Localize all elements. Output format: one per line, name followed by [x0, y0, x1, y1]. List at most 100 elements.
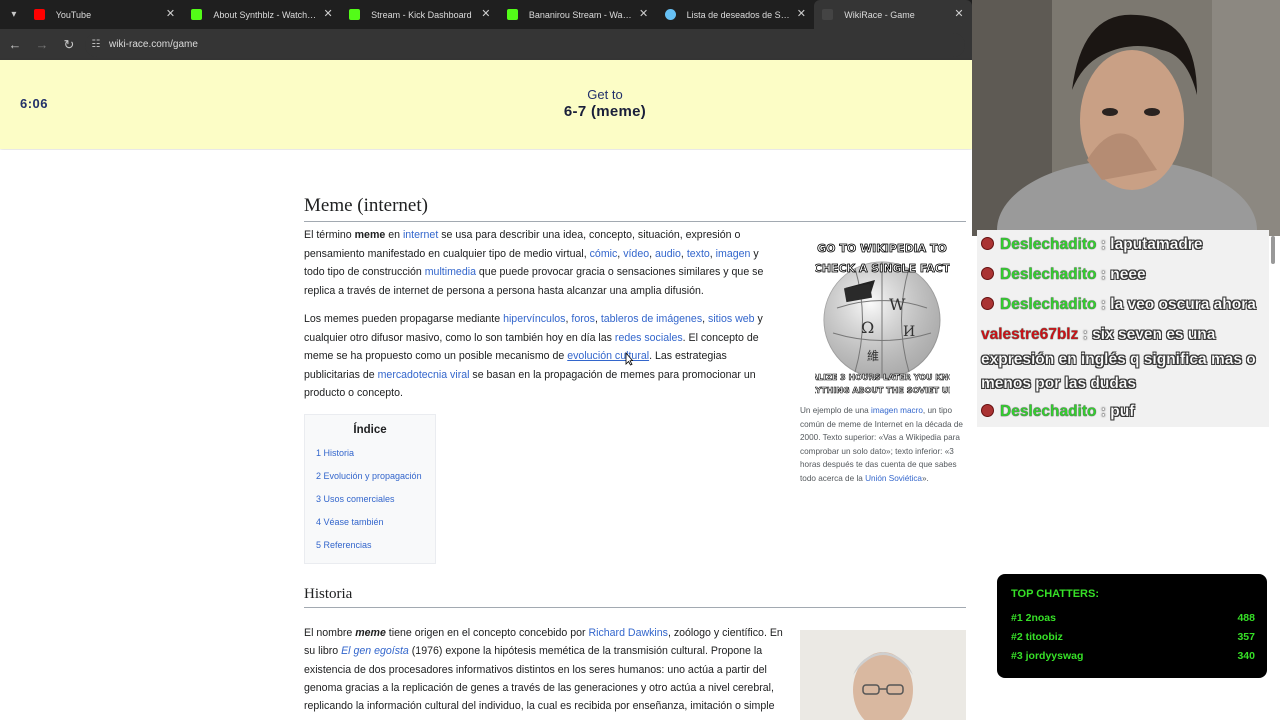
tab-kick-dashboard[interactable]: Stream - Kick Dashboard ✕	[341, 0, 499, 29]
address-bar[interactable]: ☷ wiki-race.com/game	[85, 32, 965, 57]
chat-text: neee	[1110, 266, 1146, 283]
link-richard-dawkins[interactable]: Richard Dawkins	[588, 627, 667, 639]
intro-paragraph-2: Los memes pueden propagarse mediante hip…	[304, 313, 763, 400]
chat-username: Deslechadito	[1000, 296, 1097, 313]
link-evolucion-cultural[interactable]: evolución cultural	[567, 350, 649, 362]
kick-icon	[349, 9, 361, 20]
link-comic[interactable]: cómic	[590, 248, 618, 260]
svg-text:CHECK A SINGLE FACT: CHECK A SINGLE FACT	[815, 262, 950, 275]
richard-dawkins-photo[interactable]	[800, 630, 966, 720]
svg-text:EVERYTHING ABOUT THE SOVIET UN: EVERYTHING ABOUT THE SOVIET UNION	[815, 386, 950, 395]
toc-item-referencias[interactable]: 5 Referencias	[316, 540, 372, 550]
chat-message: Deslechadito : laputamadre	[977, 230, 1269, 260]
link-mercadotecnia-viral[interactable]: mercadotecnia viral	[378, 369, 470, 381]
close-icon[interactable]: ✕	[637, 7, 651, 21]
historia-paragraph: El nombre meme tiene origen en el concep…	[304, 627, 783, 713]
close-icon[interactable]: ✕	[163, 7, 177, 21]
target-label: Get to	[587, 87, 623, 102]
tab-youtube[interactable]: YouTube ✕	[26, 0, 184, 29]
tab-title: Lista de deseados de Synth	[686, 9, 791, 20]
screen: ▾ YouTube ✕ About Synthblz - Watch Live …	[0, 0, 1280, 720]
title-divider	[304, 221, 966, 222]
link-sitios-web[interactable]: sitios web	[708, 313, 755, 325]
close-icon[interactable]: ✕	[321, 7, 335, 21]
wikipedia-globe-meme-image[interactable]: Ω W И 維 GO TO WIKIPEDIA TO CHECK A SINGL…	[792, 238, 972, 398]
tab-search-icon[interactable]: ▾	[2, 5, 26, 25]
link-video[interactable]: vídeo	[623, 248, 649, 260]
meme-image-graphic: Ω W И 維 GO TO WIKIPEDIA TO CHECK A SINGL…	[792, 242, 972, 396]
reload-icon[interactable]: ↻	[57, 33, 81, 57]
intro-paragraph-1: El término meme en internet se usa para …	[304, 229, 764, 297]
tab-wikirace[interactable]: WikiRace - Game ✕	[814, 0, 973, 29]
close-icon[interactable]: ✕	[952, 7, 966, 21]
close-icon[interactable]: ✕	[479, 7, 493, 21]
toc-item-historia[interactable]: 1 Historia	[316, 448, 354, 458]
infobox-caption: Un ejemplo de una imagen macro, un tipo …	[800, 406, 963, 483]
tab-title: YouTube	[55, 9, 92, 20]
svg-text:Ω: Ω	[861, 318, 874, 337]
toc-item-usos[interactable]: 3 Usos comerciales	[316, 494, 395, 504]
tab-title: Stream - Kick Dashboard	[371, 9, 472, 20]
toc-item-vease[interactable]: 4 Véase también	[316, 517, 384, 527]
top-chatters-panel: TOP CHATTERS: #1 2noas 488 #2 titoobiz 357…	[997, 574, 1267, 678]
page-title: Meme (internet)	[304, 195, 428, 216]
link-imagen[interactable]: imagen	[716, 248, 751, 260]
link-imagen-macro[interactable]: imagen macro	[871, 406, 923, 415]
site-info-icon[interactable]: ☷	[89, 38, 103, 52]
link-multimedia[interactable]: multimedia	[425, 266, 476, 278]
link-audio[interactable]: audio	[655, 248, 681, 260]
close-icon[interactable]: ✕	[794, 7, 808, 21]
link-el-gen-egoista[interactable]: El gen egoísta	[341, 645, 409, 657]
svg-text:W: W	[889, 295, 906, 314]
svg-text:REALIZE 3 HOURS LATER YOU KNOW: REALIZE 3 HOURS LATER YOU KNOW	[815, 373, 950, 382]
browser-toolbar: ← → ↻ ☷ wiki-race.com/game	[0, 29, 972, 60]
link-redes-sociales[interactable]: redes sociales	[615, 332, 683, 344]
subscriber-badge-icon	[981, 404, 994, 417]
tab-steam-wishlist[interactable]: Lista de deseados de Synth ✕	[657, 0, 815, 29]
back-arrow-icon[interactable]: ←	[3, 33, 27, 57]
webcam-feed	[972, 0, 1280, 236]
portrait-graphic	[800, 630, 966, 720]
tab-bar: ▾ YouTube ✕ About Synthblz - Watch Live …	[0, 0, 973, 29]
target-article: 6-7 (meme)	[563, 103, 647, 120]
kick-icon	[191, 9, 203, 20]
game-timer: 6:06	[20, 96, 49, 111]
chat-scrollbar[interactable]	[1271, 236, 1275, 264]
tab-synthblz[interactable]: About Synthblz - Watch Live on ✕	[183, 0, 341, 29]
chat-message: Deslechadito : puf	[977, 397, 1269, 427]
tab-title: Bananirou Stream - Watch Live	[528, 9, 633, 20]
toc-item-evolucion[interactable]: 2 Evolución y propagación	[316, 471, 422, 481]
svg-text:維: 維	[867, 349, 879, 363]
chat-username: Deslechadito	[1000, 403, 1097, 420]
toc-title: Índice	[353, 424, 387, 436]
target-box: Get to 6-7 (meme)	[500, 87, 710, 120]
link-internet[interactable]: internet	[403, 229, 438, 241]
subscriber-badge-icon	[981, 237, 994, 250]
link-union-sovietica[interactable]: Unión Soviética	[865, 474, 922, 483]
link-tableros[interactable]: tableros de imágenes	[601, 313, 702, 325]
chat-username: Deslechadito	[1000, 266, 1097, 283]
chat-username: valestre67blz	[981, 326, 1079, 343]
top-chatter-row: #2 titoobiz 357	[1011, 631, 1255, 643]
chat-message: valestre67blz : six seven es una expresi…	[977, 320, 1269, 400]
tab-title: WikiRace - Game	[844, 9, 915, 20]
link-texto[interactable]: texto	[687, 248, 710, 260]
chat-text: puf	[1110, 403, 1135, 420]
chat-text: la veo oscura ahora	[1110, 296, 1256, 313]
chat-text: laputamadre	[1110, 236, 1203, 253]
tab-bananirou[interactable]: Bananirou Stream - Watch Live ✕	[499, 0, 657, 29]
svg-text:GO TO WIKIPEDIA TO: GO TO WIKIPEDIA TO	[817, 242, 947, 255]
chat-message: Deslechadito : neee	[977, 260, 1269, 290]
youtube-icon	[33, 9, 45, 20]
steam-icon	[664, 9, 676, 20]
link-foros[interactable]: foros	[571, 313, 595, 325]
table-of-contents: Índice 1 Historia 2 Evolución y propagac…	[304, 414, 436, 564]
section-divider	[304, 607, 966, 608]
tab-title: About Synthblz - Watch Live on	[213, 9, 317, 20]
forward-arrow-icon[interactable]: →	[30, 33, 54, 57]
link-hipervinculos[interactable]: hipervínculos	[503, 313, 565, 325]
top-chatter-row: #1 2noas 488	[1011, 612, 1255, 624]
chat-message: Deslechadito : la veo oscura ahora	[977, 290, 1269, 320]
subscriber-badge-icon	[981, 267, 994, 280]
wiki-article: Meme (internet) El término meme en inter…	[0, 150, 972, 720]
